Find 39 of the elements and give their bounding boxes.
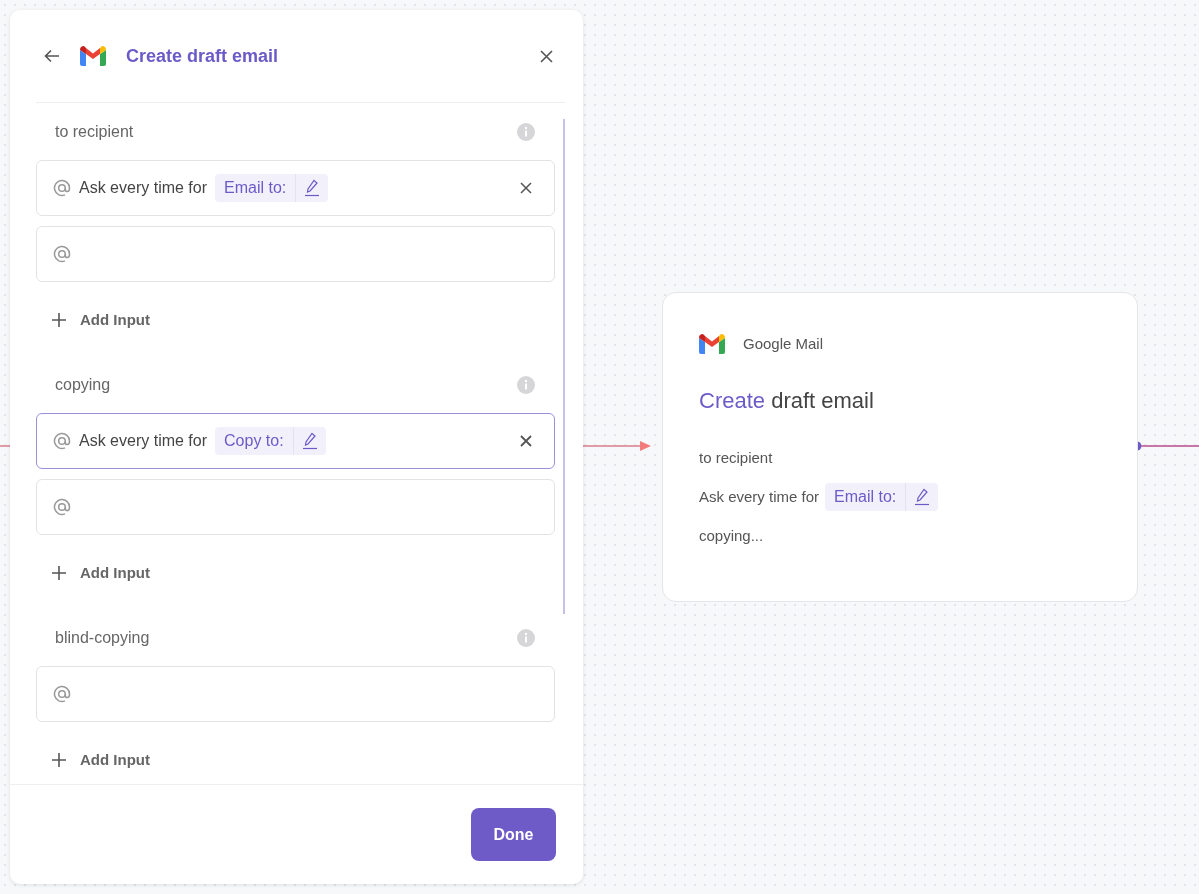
ask-text: Ask every time for (79, 178, 208, 198)
at-sign-icon (53, 432, 71, 450)
input-field[interactable] (36, 226, 555, 282)
ask-text: Ask every time for (79, 431, 208, 451)
value-field[interactable]: Ask every time for Copy to: (36, 413, 555, 469)
field-label: copying (55, 374, 111, 395)
field-label: to recipient (55, 121, 134, 142)
node-title: draft email (771, 387, 874, 413)
add-input-button[interactable]: Add Input (36, 732, 150, 784)
panel-title: Create draft email (126, 44, 280, 68)
mail-logo-icon (80, 46, 106, 66)
input-field[interactable] (36, 479, 555, 535)
plus-icon (52, 313, 66, 327)
mail-logo-icon (699, 334, 725, 355)
field-label: blind-copying (55, 627, 150, 648)
close-icon[interactable] (540, 49, 553, 63)
at-sign-icon (53, 179, 71, 197)
clear-icon[interactable] (520, 435, 532, 447)
at-sign-icon (53, 498, 71, 516)
plus-icon (52, 566, 66, 580)
pencil-icon[interactable] (304, 179, 321, 197)
node-action: Create (699, 387, 766, 413)
plus-icon (52, 753, 66, 767)
at-sign-icon (53, 685, 71, 703)
at-sign-icon (53, 245, 71, 263)
action-node-card[interactable]: Google Mail Create draft email to recipient Ask every time for Email to: copying... (662, 292, 1138, 602)
add-input-button[interactable]: Add Input (36, 545, 150, 601)
clear-icon[interactable] (520, 182, 532, 194)
node-field-text: to recipient (699, 447, 774, 468)
pencil-icon[interactable] (914, 488, 931, 506)
done-button[interactable]: Done (471, 808, 556, 861)
value-field[interactable]: Ask every time for Email to: (36, 160, 555, 216)
node-field-text: copying... (699, 526, 765, 546)
pencil-icon[interactable] (301, 432, 318, 450)
app-name: Google Mail (743, 334, 824, 354)
ask-text: Ask every time for (699, 486, 820, 507)
add-input-button[interactable]: Add Input (36, 292, 150, 348)
back-arrow-icon[interactable] (44, 49, 60, 63)
input-field[interactable] (36, 666, 555, 722)
